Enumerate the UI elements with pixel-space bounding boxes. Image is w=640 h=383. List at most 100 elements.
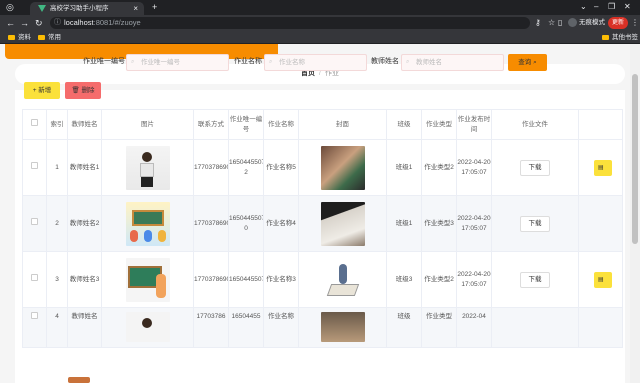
table-row: 3 教师姓名3 17703786903 16504455079098 作业名称3… xyxy=(22,251,623,308)
col-header: 教师姓名 xyxy=(67,109,102,140)
incognito-label: 无痕模式 xyxy=(579,19,605,26)
row-time: 2022-04-20 17:05:07 xyxy=(456,139,492,196)
col-header: 图片 xyxy=(101,109,194,140)
row-type: 作业类型 xyxy=(421,307,457,348)
row-code: 16504455079091 2 xyxy=(228,139,264,196)
row-type: 作业类型2 xyxy=(421,139,457,196)
bookmark-folder-1[interactable]: 资料 xyxy=(8,31,31,44)
row-checkbox[interactable] xyxy=(31,162,38,169)
new-tab-icon[interactable]: + xyxy=(152,1,157,14)
row-checkbox[interactable] xyxy=(31,312,38,319)
key-icon[interactable]: ⚷ xyxy=(535,16,541,30)
name-search-input[interactable]: ⌕ 作业名称 xyxy=(264,54,367,71)
col-header: 索引 xyxy=(46,109,68,140)
dropdown-icon[interactable]: ⌄ xyxy=(580,0,587,14)
row-name: 作业名称5 xyxy=(263,139,299,196)
row-class: 班级 xyxy=(386,307,422,348)
row-class: 班级3 xyxy=(386,251,422,308)
row-teacher: 教师姓名 xyxy=(67,307,102,348)
back-icon[interactable]: ← xyxy=(6,16,15,30)
window-close-icon[interactable]: ✕ xyxy=(624,0,631,14)
cover-image xyxy=(320,312,365,342)
bookmark-folder-2[interactable]: 常用 xyxy=(38,31,61,44)
breadcrumb-separator: / xyxy=(319,70,321,77)
table-header-row: 索引 教师姓名 图片 联系方式 作业唯一编号 作业名称 封面 班级 作业类型 作… xyxy=(22,109,623,140)
select-all-checkbox[interactable] xyxy=(31,119,38,126)
minimize-icon[interactable]: – xyxy=(594,0,598,14)
row-code: 16504455079098 xyxy=(228,251,264,308)
url-field[interactable]: ⓘ localhost:8081/#/zuoye xyxy=(50,17,530,29)
incognito-indicator[interactable]: 无痕模式 xyxy=(568,17,605,29)
download-button[interactable]: 下载 xyxy=(520,159,550,176)
info-icon: ⓘ xyxy=(54,19,61,26)
query-button[interactable]: 查询 ⌕ xyxy=(508,54,547,71)
row-action-button[interactable]: ▤ xyxy=(594,271,612,288)
row-phone: 17703786 xyxy=(193,307,229,348)
reload-icon[interactable]: ↻ xyxy=(35,16,43,30)
teacher-photo-image xyxy=(125,257,170,302)
col-header: 作业唯一编号 xyxy=(228,109,264,140)
delete-button[interactable]: 🗑 删除 xyxy=(65,82,101,99)
star-icon[interactable]: ☆ xyxy=(548,16,555,30)
table-row: 2 教师姓名2 17703786902 16504455079092 0 作业名… xyxy=(22,195,623,252)
breadcrumb-home[interactable]: 首页 xyxy=(301,70,315,77)
row-teacher: 教师姓名1 xyxy=(67,139,102,196)
row-time: 2022-04 xyxy=(456,307,492,348)
restore-icon[interactable]: ❐ xyxy=(608,0,615,14)
other-bookmarks[interactable]: 其他书签 xyxy=(602,31,638,44)
table-row: 1 教师姓名1 17703786901 16504455079091 2 作业名… xyxy=(22,139,623,196)
select-all-cell[interactable] xyxy=(22,109,47,140)
row-index: 1 xyxy=(46,139,68,196)
incognito-avatar-icon xyxy=(568,17,577,27)
row-checkbox[interactable] xyxy=(31,274,38,281)
row-name: 作业名称 xyxy=(263,307,299,348)
browser-menu-icon[interactable]: ◎ xyxy=(6,1,14,14)
homework-table: 索引 教师姓名 图片 联系方式 作业唯一编号 作业名称 封面 班级 作业类型 作… xyxy=(22,109,623,348)
forward-icon[interactable]: → xyxy=(20,16,29,30)
more-menu-icon[interactable]: ⋮ xyxy=(631,16,639,30)
code-search-input[interactable]: ⌕ 作业唯一编号 xyxy=(126,54,229,71)
row-action-button[interactable]: ▤ xyxy=(594,159,612,176)
row-class: 班级1 xyxy=(386,139,422,196)
name-search-label: 作业名称 xyxy=(234,58,262,65)
scrollbar-thumb[interactable] xyxy=(632,74,638,244)
browser-tab[interactable]: 高校学习助手小程序 × xyxy=(30,2,144,15)
download-button[interactable]: 下载 xyxy=(520,215,550,232)
row-type: 作业类型2 xyxy=(421,251,457,308)
col-header: 班级 xyxy=(386,109,422,140)
row-name: 作业名称4 xyxy=(263,195,299,252)
row-name: 作业名称3 xyxy=(263,251,299,308)
row-code: 16504455 xyxy=(228,307,264,348)
trash-icon: 🗑 xyxy=(71,87,80,94)
row-teacher: 教师姓名2 xyxy=(67,195,102,252)
row-index: 2 xyxy=(46,195,68,252)
add-button[interactable]: + 新增 xyxy=(24,82,60,99)
row-index: 3 xyxy=(46,251,68,308)
table-row: 4 教师姓名 17703786 16504455 作业名称 班级 作业类型 20… xyxy=(22,307,623,348)
vertical-scrollbar[interactable] xyxy=(630,44,640,383)
url-path: :8081/#/zuoye xyxy=(93,18,141,27)
breadcrumb-current: 作业 xyxy=(324,70,339,77)
teacher-photo-image xyxy=(125,145,170,190)
update-button[interactable]: 更新 xyxy=(608,17,628,29)
teacher-search-label: 教师姓名 xyxy=(371,58,399,65)
browser-tab-strip: ◎ 高校学习助手小程序 × + ⌄ – ❐ ✕ xyxy=(0,0,640,15)
row-phone: 17703786901 xyxy=(193,139,229,196)
sidepanel-icon[interactable]: ▯ xyxy=(558,16,562,30)
horizontal-scrollbar-thumb[interactable] xyxy=(68,377,90,383)
code-search-label: 作业唯一编号 xyxy=(83,58,125,65)
col-header: 作业名称 xyxy=(263,109,299,140)
download-button[interactable]: 下载 xyxy=(520,271,550,288)
cover-image xyxy=(320,145,365,190)
row-checkbox[interactable] xyxy=(31,218,38,225)
close-tab-icon[interactable]: × xyxy=(133,2,138,15)
tab-title: 高校学习助手小程序 xyxy=(50,5,109,12)
search-icon: ⌕ xyxy=(533,59,537,66)
col-header: 封面 xyxy=(298,109,387,140)
teacher-search-input[interactable]: ⌕ 教师姓名 xyxy=(401,54,504,71)
folder-icon xyxy=(8,34,15,40)
row-time: 2022-04-20 17:05:07 xyxy=(456,195,492,252)
col-header: 作业类型 xyxy=(421,109,457,140)
teacher-photo-image xyxy=(125,312,170,342)
address-bar-row: ← → ↻ ⓘ localhost:8081/#/zuoye ⚷ ☆ ▯ 无痕模… xyxy=(0,15,640,31)
